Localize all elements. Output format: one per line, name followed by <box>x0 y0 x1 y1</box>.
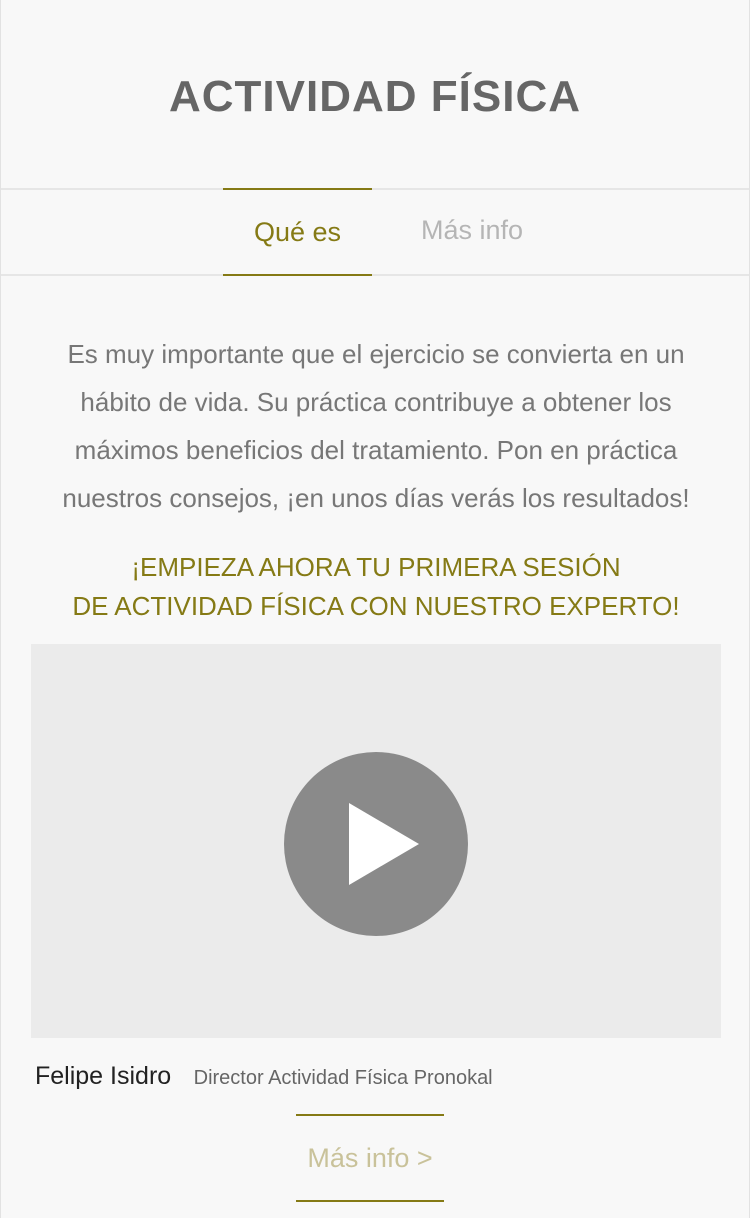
play-icon <box>349 803 419 885</box>
cta-heading: ¡EMPIEZA AHORA TU PRIMERA SESIÓN DE ACTI… <box>21 548 731 626</box>
page: ACTIVIDAD FÍSICA Qué es Más info Es muy … <box>0 0 750 1218</box>
intro-text: Es muy importante que el ejercicio se co… <box>62 339 690 513</box>
page-title: ACTIVIDAD FÍSICA <box>169 72 581 121</box>
tab-que-es[interactable]: Qué es <box>223 188 372 276</box>
expert-role: Director Actividad Física Pronokal <box>193 1067 493 1089</box>
tab-bar: Qué es Más info <box>1 188 749 276</box>
cta-line-1: ¡EMPIEZA AHORA TU PRIMERA SESIÓN <box>131 552 621 582</box>
video-player[interactable] <box>31 644 721 1038</box>
cta-line-2: DE ACTIVIDAD FÍSICA CON NUESTRO EXPERTO! <box>72 591 680 621</box>
tab-mas-info[interactable]: Más info <box>397 188 547 272</box>
expert-name: Felipe Isidro <box>35 1062 172 1090</box>
more-info-link[interactable]: Más info > <box>296 1114 444 1202</box>
expert-info: Felipe Isidro Director Actividad Física … <box>35 1062 493 1091</box>
play-button[interactable] <box>284 752 468 936</box>
